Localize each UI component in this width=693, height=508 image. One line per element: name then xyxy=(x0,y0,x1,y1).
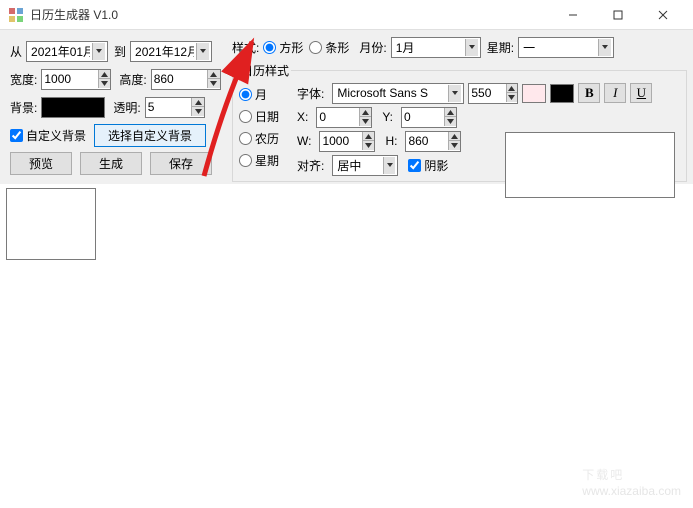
calendar-style-legend: 日历样式 xyxy=(239,62,291,79)
w-label: W: xyxy=(297,134,311,148)
fontsize-input[interactable] xyxy=(469,85,505,102)
underline-button[interactable]: U xyxy=(630,83,652,103)
maximize-button[interactable] xyxy=(595,1,640,29)
dropdown-icon[interactable] xyxy=(465,39,478,56)
calstyle-month-radio[interactable]: 月 xyxy=(239,83,291,105)
color-swatch-light[interactable] xyxy=(522,84,546,103)
dropdown-icon[interactable] xyxy=(448,85,461,102)
calstyle-lunar-radio[interactable]: 农历 xyxy=(239,127,291,149)
spin-down-icon[interactable] xyxy=(506,93,518,102)
alpha-input[interactable] xyxy=(146,99,192,116)
alpha-spinner[interactable] xyxy=(145,97,205,118)
month-combo[interactable] xyxy=(391,37,481,58)
w-spinner[interactable] xyxy=(319,131,375,152)
dropdown-icon[interactable] xyxy=(383,157,395,174)
from-label: 从 xyxy=(10,43,22,60)
y-spinner[interactable] xyxy=(401,107,457,128)
minimize-button[interactable] xyxy=(550,1,595,29)
spin-up-icon[interactable] xyxy=(207,70,220,79)
spin-down-icon[interactable] xyxy=(191,107,203,116)
font-input[interactable] xyxy=(335,85,448,102)
from-date-input[interactable] xyxy=(29,43,92,60)
month-input[interactable] xyxy=(394,39,465,56)
height-input[interactable] xyxy=(152,71,207,88)
save-button[interactable]: 保存 xyxy=(150,152,212,175)
week-combo[interactable] xyxy=(518,37,614,58)
font-combo[interactable] xyxy=(332,83,464,104)
spin-down-icon[interactable] xyxy=(98,79,111,88)
width-input[interactable] xyxy=(42,71,97,88)
calstyle-date-radio[interactable]: 日期 xyxy=(239,105,291,127)
shadow-checkbox[interactable]: 阴影 xyxy=(408,157,448,174)
height-label: 高度: xyxy=(119,71,146,88)
align-label: 对齐: xyxy=(297,157,324,174)
bold-button[interactable]: B xyxy=(578,83,600,103)
width-spinner[interactable] xyxy=(41,69,111,90)
app-icon xyxy=(8,7,24,23)
to-date-combo[interactable] xyxy=(130,41,212,62)
align-input[interactable] xyxy=(335,157,383,174)
to-date-input[interactable] xyxy=(133,43,196,60)
height-spinner[interactable] xyxy=(151,69,221,90)
generate-button[interactable]: 生成 xyxy=(80,152,142,175)
shape-square-radio[interactable]: 方形 xyxy=(263,39,303,56)
style-label: 样式: xyxy=(232,39,259,56)
preview-thumbnail xyxy=(6,188,96,260)
x-label: X: xyxy=(297,110,308,124)
week-label: 星期: xyxy=(487,39,514,56)
align-combo[interactable] xyxy=(332,155,398,176)
to-label: 到 xyxy=(114,43,126,60)
week-input[interactable] xyxy=(521,39,598,56)
preview-button[interactable]: 预览 xyxy=(10,152,72,175)
choose-bg-button[interactable]: 选择自定义背景 xyxy=(94,124,206,147)
italic-button[interactable]: I xyxy=(604,83,626,103)
custom-bg-checkbox[interactable]: 自定义背景 xyxy=(10,127,86,144)
width-label: 宽度: xyxy=(10,71,37,88)
alpha-label: 透明: xyxy=(113,99,140,116)
close-button[interactable] xyxy=(640,1,685,29)
dropdown-icon[interactable] xyxy=(196,43,209,60)
dropdown-icon[interactable] xyxy=(92,43,105,60)
fontsize-spinner[interactable] xyxy=(468,83,518,104)
color-swatch-dark[interactable] xyxy=(550,84,574,103)
font-label: 字体: xyxy=(297,85,324,102)
spin-up-icon[interactable] xyxy=(98,70,111,79)
bg-label: 背景: xyxy=(10,99,37,116)
from-date-combo[interactable] xyxy=(26,41,108,62)
text-area[interactable] xyxy=(505,132,675,198)
dropdown-icon[interactable] xyxy=(598,39,611,56)
calstyle-week-radio[interactable]: 星期 xyxy=(239,149,291,171)
y-label: Y: xyxy=(382,110,393,124)
window-title: 日历生成器 V1.0 xyxy=(30,6,550,23)
spin-down-icon[interactable] xyxy=(207,79,220,88)
h-label: H: xyxy=(385,134,397,148)
month-label: 月份: xyxy=(359,39,386,56)
x-spinner[interactable] xyxy=(316,107,372,128)
custom-bg-label: 自定义背景 xyxy=(26,127,86,144)
spin-up-icon[interactable] xyxy=(506,84,518,93)
spin-up-icon[interactable] xyxy=(191,98,203,107)
shape-strip-radio[interactable]: 条形 xyxy=(309,39,349,56)
watermark: 下载吧 www.xiazaiba.com xyxy=(582,446,681,498)
bg-color-well[interactable] xyxy=(41,97,105,118)
custom-bg-check-input[interactable] xyxy=(10,129,23,142)
h-spinner[interactable] xyxy=(405,131,461,152)
